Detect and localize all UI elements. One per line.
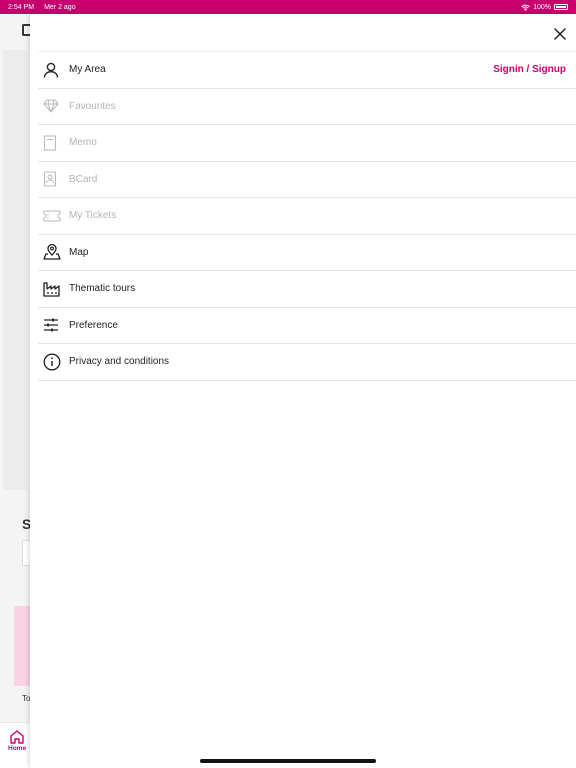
menu-item-my-area[interactable]: My Area Signin / Signup bbox=[38, 52, 576, 89]
menu-item-thematic-tours[interactable]: Thematic tours bbox=[38, 271, 576, 308]
menu-item-label: BCard bbox=[69, 173, 98, 185]
close-button[interactable] bbox=[550, 24, 570, 44]
sliders-icon bbox=[44, 318, 58, 332]
background-pattern bbox=[0, 50, 30, 490]
ticket-icon bbox=[43, 210, 61, 222]
menu-item-label: Thematic tours bbox=[69, 283, 136, 295]
menu-item-bcard: BCard bbox=[38, 162, 576, 198]
status-right: 100% bbox=[521, 4, 568, 11]
menu-item-map[interactable]: Map bbox=[38, 235, 576, 271]
menu-item-label: Favourites bbox=[69, 100, 116, 112]
tab-home-label: Home bbox=[8, 745, 27, 752]
background-card-image bbox=[14, 606, 30, 686]
status-time: 2:54 PM bbox=[8, 3, 35, 11]
tab-home[interactable]: Home bbox=[8, 730, 26, 752]
map-pin-icon bbox=[43, 244, 61, 260]
drawer-header bbox=[38, 14, 576, 52]
person-icon bbox=[43, 62, 59, 78]
menu-item-privacy[interactable]: Privacy and conditions bbox=[38, 344, 576, 381]
menu-item-label: Privacy and conditions bbox=[69, 356, 170, 368]
home-indicator bbox=[200, 759, 376, 763]
signin-signup-link[interactable]: Signin / Signup bbox=[493, 64, 566, 75]
close-icon bbox=[554, 28, 566, 40]
menu-list: My Area Signin / Signup Favourites Memo … bbox=[38, 52, 576, 381]
background-search-field bbox=[22, 540, 30, 566]
side-drawer: My Area Signin / Signup Favourites Memo … bbox=[30, 14, 576, 768]
diamond-icon bbox=[43, 99, 59, 113]
menu-item-memo: Memo bbox=[38, 125, 576, 162]
status-bar: 2:54 PM Mer 2 ago 100% bbox=[0, 0, 576, 14]
status-date: Mer 2 ago bbox=[44, 3, 76, 11]
wifi-icon bbox=[521, 4, 530, 11]
factory-icon bbox=[43, 282, 60, 297]
home-icon bbox=[10, 730, 24, 744]
menu-item-label: Preference bbox=[69, 319, 118, 331]
menu-item-preference[interactable]: Preference bbox=[38, 308, 576, 344]
business-card-icon bbox=[43, 171, 57, 187]
battery-percent: 100% bbox=[533, 3, 551, 11]
menu-item-label: Map bbox=[69, 246, 89, 258]
memo-icon bbox=[43, 135, 57, 151]
menu-item-label: Memo bbox=[69, 137, 97, 149]
info-icon bbox=[43, 353, 61, 371]
menu-item-label: My Area bbox=[69, 64, 106, 76]
menu-item-label: My Tickets bbox=[69, 210, 117, 222]
menu-item-favourites: Favourites bbox=[38, 89, 576, 125]
menu-item-my-tickets: My Tickets bbox=[38, 198, 576, 235]
battery-icon bbox=[554, 4, 568, 10]
